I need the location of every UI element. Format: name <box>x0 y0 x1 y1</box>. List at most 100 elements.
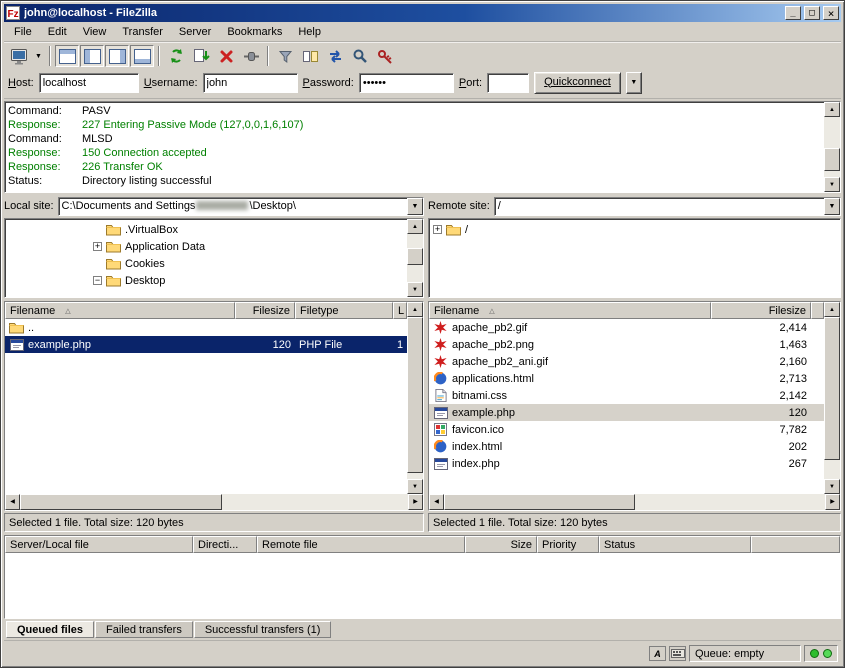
file-row[interactable]: .. <box>5 319 407 336</box>
maximize-button[interactable]: □ <box>804 6 820 20</box>
refresh-icon[interactable] <box>164 45 188 67</box>
local-site-combobox[interactable]: C:\Documents and Settings\Desktop\ ▼ <box>58 197 424 216</box>
file-row[interactable]: example.php120PHP File1 <box>5 336 407 353</box>
remote-hscroll-thumb[interactable] <box>444 494 635 510</box>
scroll-left-icon[interactable]: ◀ <box>429 494 444 510</box>
local-hscroll-thumb[interactable] <box>20 494 222 510</box>
column-header-server-local-file[interactable]: Server/Local file <box>5 536 193 553</box>
local-tree-scrollbar[interactable]: ▲ ▼ <box>407 219 423 297</box>
scroll-right-icon[interactable]: ▶ <box>408 494 423 510</box>
file-row[interactable]: applications.html2,713 <box>429 370 824 387</box>
process-queue-icon[interactable] <box>189 45 213 67</box>
transfer-type-ascii-icon[interactable]: A <box>649 646 666 661</box>
column-header-filename[interactable]: Filename△ <box>5 302 235 319</box>
tree-expander-icon[interactable]: + <box>93 242 102 251</box>
scroll-down-icon[interactable]: ▼ <box>407 479 423 494</box>
scroll-up-icon[interactable]: ▲ <box>824 302 840 317</box>
tree-expander-icon[interactable]: + <box>433 225 442 234</box>
local-list-scrollbar[interactable]: ▲ ▼ <box>407 302 423 494</box>
tree-item[interactable]: +/ <box>429 221 840 238</box>
local-list-scroll-track[interactable] <box>407 317 423 479</box>
remote-list-scroll-track[interactable] <box>824 317 840 479</box>
remote-hscroll-track[interactable] <box>444 494 825 510</box>
filter-icon[interactable] <box>273 45 297 67</box>
menu-file[interactable]: File <box>6 23 40 41</box>
log-scroll-track[interactable] <box>824 117 840 177</box>
tree-expander-icon[interactable]: − <box>93 276 102 285</box>
remote-hscrollbar[interactable]: ◀ ▶ <box>429 494 840 510</box>
remote-list-scrollbar[interactable]: ▲ ▼ <box>824 302 840 494</box>
scroll-down-icon[interactable]: ▼ <box>407 282 423 297</box>
directory-comparison-icon[interactable] <box>298 45 322 67</box>
find-files-icon[interactable] <box>348 45 372 67</box>
local-list-scroll-thumb[interactable] <box>407 317 423 473</box>
local-tree-scroll-track[interactable] <box>407 234 423 282</box>
file-row[interactable]: bitnami.css2,142 <box>429 387 824 404</box>
titlebar[interactable]: Fz john@localhost - FileZilla _ □ × <box>4 4 841 22</box>
disconnect-icon[interactable] <box>239 45 263 67</box>
remote-site-combobox[interactable]: / ▼ <box>494 197 841 216</box>
remote-list-scroll-thumb[interactable] <box>824 317 840 460</box>
quickconnect-dropdown-icon[interactable]: ▼ <box>626 72 642 94</box>
scroll-down-icon[interactable]: ▼ <box>824 177 840 192</box>
tab-successful-transfers-1-[interactable]: Successful transfers (1) <box>194 621 332 638</box>
toggle-transfer-queue-icon[interactable] <box>130 45 154 67</box>
column-header-blank[interactable] <box>811 302 824 319</box>
synchronized-browsing-icon[interactable] <box>323 45 347 67</box>
menu-server[interactable]: Server <box>171 23 219 41</box>
scroll-up-icon[interactable]: ▲ <box>407 219 423 234</box>
local-hscroll-track[interactable] <box>20 494 408 510</box>
menu-view[interactable]: View <box>75 23 115 41</box>
file-row[interactable]: index.php267 <box>429 455 824 472</box>
scroll-left-icon[interactable]: ◀ <box>5 494 20 510</box>
scroll-up-icon[interactable]: ▲ <box>824 102 840 117</box>
column-header-filename[interactable]: Filename△ <box>429 302 711 319</box>
local-tree-scroll-thumb[interactable] <box>407 248 423 264</box>
toggle-remote-tree-icon[interactable] <box>105 45 129 67</box>
site-manager-icon[interactable] <box>7 45 31 67</box>
site-manager-dropdown-icon[interactable]: ▼ <box>32 45 45 67</box>
tree-item[interactable]: Cookies <box>5 255 407 272</box>
username-input[interactable] <box>203 73 298 93</box>
menu-bookmarks[interactable]: Bookmarks <box>219 23 290 41</box>
close-button[interactable]: × <box>823 6 839 20</box>
local-hscrollbar[interactable]: ◀ ▶ <box>5 494 423 510</box>
menu-help[interactable]: Help <box>290 23 329 41</box>
column-header-filesize[interactable]: Filesize <box>235 302 295 319</box>
menu-transfer[interactable]: Transfer <box>114 23 171 41</box>
log-scroll-thumb[interactable] <box>824 148 840 171</box>
password-input[interactable] <box>359 73 454 93</box>
file-row[interactable]: apache_pb2.png1,463 <box>429 336 824 353</box>
column-header-l[interactable]: L <box>393 302 407 319</box>
log-scrollbar[interactable]: ▲ ▼ <box>824 102 840 192</box>
file-row[interactable]: apache_pb2_ani.gif2,160 <box>429 353 824 370</box>
toggle-local-tree-icon[interactable] <box>80 45 104 67</box>
column-header-remote-file[interactable]: Remote file <box>257 536 465 553</box>
scroll-down-icon[interactable]: ▼ <box>824 479 840 494</box>
menu-edit[interactable]: Edit <box>40 23 75 41</box>
column-header-directi-[interactable]: Directi... <box>193 536 257 553</box>
tree-item[interactable]: −Desktop <box>5 272 407 289</box>
host-input[interactable] <box>39 73 139 93</box>
column-header-blank[interactable] <box>751 536 840 553</box>
column-header-filetype[interactable]: Filetype <box>295 302 393 319</box>
column-header-filesize[interactable]: Filesize <box>711 302 811 319</box>
scroll-right-icon[interactable]: ▶ <box>825 494 840 510</box>
port-input[interactable] <box>487 73 529 93</box>
scroll-up-icon[interactable]: ▲ <box>407 302 423 317</box>
file-row[interactable]: example.php120 <box>429 404 824 421</box>
tree-item[interactable]: +Application Data <box>5 238 407 255</box>
column-header-priority[interactable]: Priority <box>537 536 599 553</box>
minimize-button[interactable]: _ <box>785 6 801 20</box>
column-header-status[interactable]: Status <box>599 536 751 553</box>
file-row[interactable]: favicon.ico7,782 <box>429 421 824 438</box>
tree-item[interactable]: .VirtualBox <box>5 221 407 238</box>
cancel-operation-icon[interactable] <box>214 45 238 67</box>
tab-queued-files[interactable]: Queued files <box>6 621 94 638</box>
toggle-message-log-icon[interactable] <box>55 45 79 67</box>
combo-dropdown-icon[interactable]: ▼ <box>407 198 423 215</box>
clear-private-data-icon[interactable] <box>373 45 397 67</box>
file-row[interactable]: index.html202 <box>429 438 824 455</box>
tab-failed-transfers[interactable]: Failed transfers <box>95 621 193 638</box>
combo-dropdown-icon[interactable]: ▼ <box>824 198 840 215</box>
